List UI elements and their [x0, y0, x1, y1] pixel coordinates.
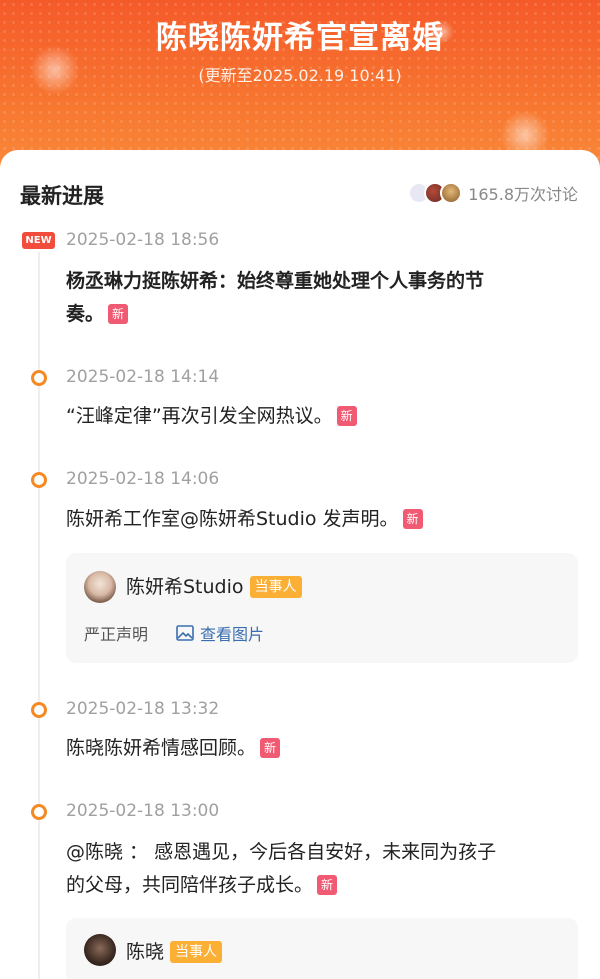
update-time: (更新至2025.02.19 10:41) [198, 66, 402, 85]
participant-avatars [408, 182, 463, 204]
new-tag: 新 [260, 738, 281, 758]
timeline-dot [31, 370, 47, 386]
new-tag: 新 [402, 509, 423, 529]
timeline-text: “汪峰定律”再次引发全网热议。 [66, 405, 333, 427]
new-tag: 新 [317, 875, 338, 895]
timeline-text-line: @陈晓 ： 感恩遇见，今后各自安好，未来同为孩子 [66, 841, 497, 863]
new-badge: NEW [22, 232, 55, 249]
avatar [440, 182, 463, 204]
new-tag: 新 [108, 304, 129, 324]
topic-title: 陈晓陈妍希官宣离婚 [156, 20, 444, 56]
avatar[interactable] [84, 934, 116, 966]
timeline-dot [31, 804, 47, 820]
timeline-time: 2025-02-18 13:00 [66, 801, 220, 821]
party-tag: 当事人 [170, 941, 223, 963]
timeline-item-text[interactable]: 陈晓陈妍希情感回顾。新 [66, 732, 581, 765]
new-tag: 新 [336, 406, 357, 426]
timeline-text-line: 奏。 [66, 303, 105, 325]
image-icon [176, 625, 194, 641]
account-name-text: 陈妍希Studio [126, 576, 244, 598]
timeline-time: 2025-02-18 18:56 [66, 230, 220, 250]
timeline-text: 陈妍希工作室@陈妍希Studio 发声明。 [66, 508, 399, 530]
timeline-text-line: 的父母，共同陪伴孩子成长。 [66, 874, 314, 896]
view-image-link[interactable]: 查看图片 [176, 621, 264, 645]
timeline-item-text[interactable]: 陈妍希工作室@陈妍希Studio 发声明。新 [66, 503, 581, 536]
account-name[interactable]: 陈妍希Studio 当事人 [126, 572, 302, 599]
timeline-item-text[interactable]: “汪峰定律”再次引发全网热议。新 [66, 400, 581, 433]
timeline-item-text[interactable]: @陈晓 ： 感恩遇见，今后各自安好，未来同为孩子 的父母，共同陪伴孩子成长。新 [66, 836, 581, 902]
timeline-text: 陈晓陈妍希情感回顾。 [66, 737, 257, 759]
account-name[interactable]: 陈晓 当事人 [126, 937, 223, 964]
timeline-line [38, 252, 40, 979]
discussion-count: 165.8万次讨论 [468, 185, 578, 204]
statement-card[interactable]: 陈晓 当事人 [66, 918, 578, 979]
statement-desc: 严正声明 [84, 625, 149, 644]
statement-card[interactable]: 陈妍希Studio 当事人 严正声明 查看图片 [66, 553, 578, 663]
account-name-text: 陈晓 [126, 941, 165, 963]
timeline-dot [31, 472, 47, 488]
timeline-time: 2025-02-18 14:14 [66, 367, 220, 387]
timeline-text-line: 杨丞琳力挺陈妍希：始终尊重她处理个人事务的节 [66, 270, 485, 292]
timeline-time: 2025-02-18 13:32 [66, 699, 220, 719]
discussion-stats[interactable]: 165.8万次讨论 [408, 181, 578, 205]
section-title: 最新进展 [20, 184, 104, 208]
timeline-time: 2025-02-18 14:06 [66, 469, 220, 489]
timeline-item-text[interactable]: 杨丞琳力挺陈妍希：始终尊重她处理个人事务的节 奏。新 [66, 265, 581, 331]
timeline-dot [31, 702, 47, 718]
avatar[interactable] [84, 571, 116, 603]
party-tag: 当事人 [249, 576, 302, 598]
topic-header: 陈晓陈妍希官宣离婚 (更新至2025.02.19 10:41) [0, 0, 600, 175]
view-image-label: 查看图片 [200, 625, 265, 644]
